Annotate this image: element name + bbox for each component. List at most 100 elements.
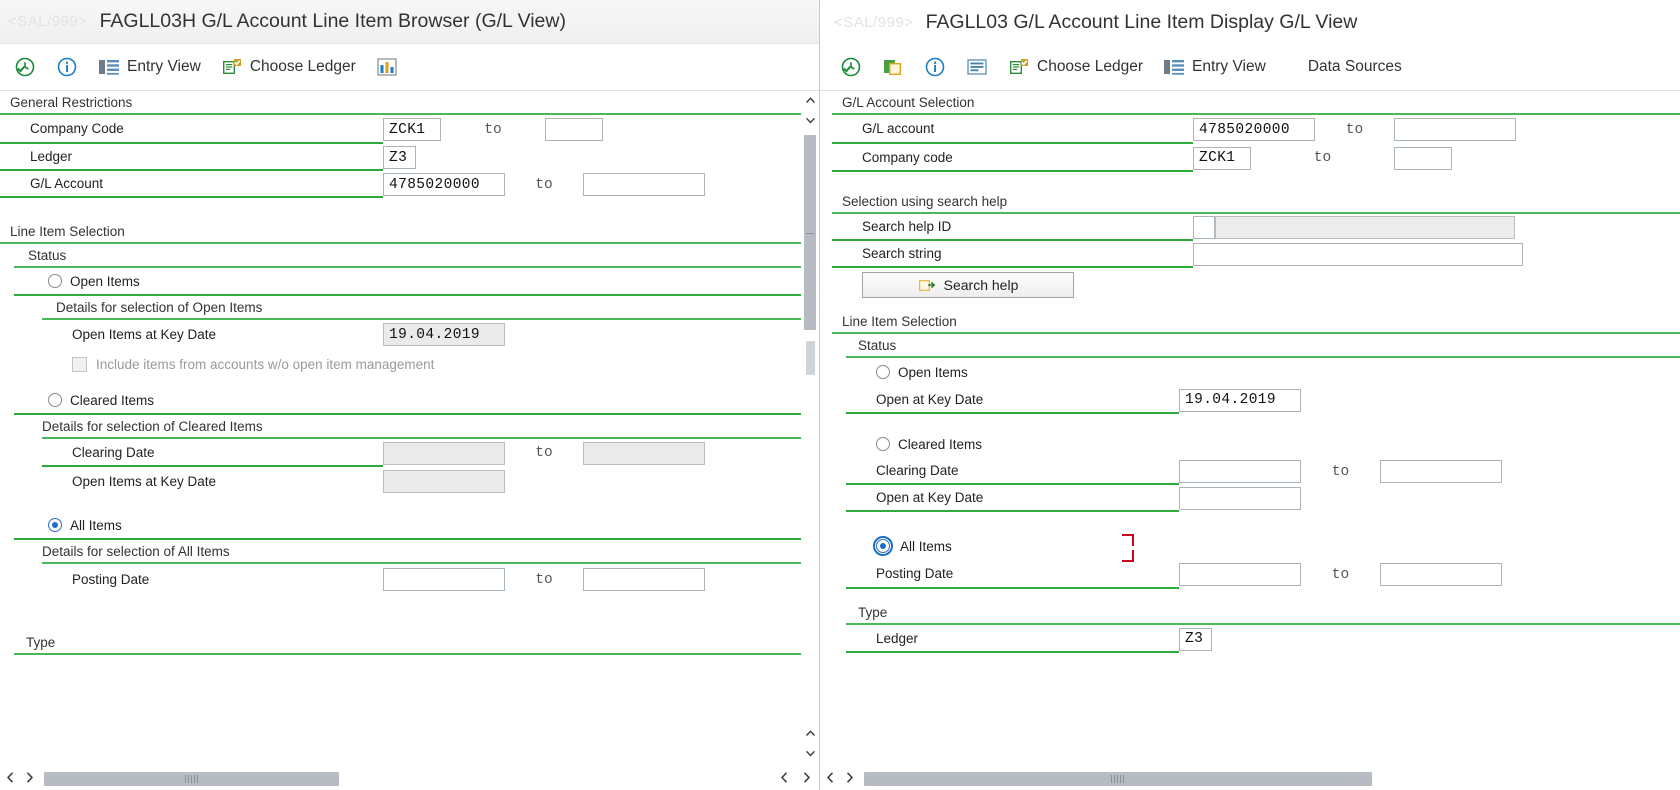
right-gl-account-input[interactable]: 4785020000 xyxy=(1193,118,1315,141)
left-ledger-input[interactable]: Z3 xyxy=(383,146,416,169)
left-all-items-radio[interactable] xyxy=(48,518,62,532)
right-search-help-id-input[interactable] xyxy=(1193,216,1215,239)
right-cleared-items-radio[interactable] xyxy=(876,437,890,451)
right-all-items-radio[interactable] xyxy=(873,536,893,556)
right-all-items-label: All Items xyxy=(900,538,952,554)
right-posting-date-to-input[interactable] xyxy=(1380,563,1502,586)
right-company-code-input[interactable]: ZCK1 xyxy=(1193,146,1251,170)
left-toolbar-clock-check-button[interactable] xyxy=(6,53,44,81)
left-open-key-date-input[interactable]: 19.04.2019 xyxy=(383,323,505,346)
left-horizontal-scrollbar[interactable] xyxy=(0,768,819,790)
clock-check-icon xyxy=(840,56,862,78)
left-general-restrictions-group: General Restrictions xyxy=(0,91,801,115)
left-titlebar: <SAL/999> FAGLL03H G/L Account Line Item… xyxy=(0,0,819,44)
right-cleared-open-at-key-date-input[interactable] xyxy=(1179,487,1301,510)
left-vertical-scrollbar[interactable] xyxy=(801,91,819,768)
entry-view-icon xyxy=(98,57,120,77)
right-titlebar: <SAL/999> FAGLL03 G/L Account Line Item … xyxy=(820,0,1680,44)
right-toolbar-data-sources-label: Data Sources xyxy=(1307,58,1402,75)
right-posting-date-label: Posting Date xyxy=(876,566,954,581)
right-gl-account-selection-group: G/L Account Selection xyxy=(832,91,1680,115)
left-gl-account-row: G/L Account 4785020000 to xyxy=(0,171,801,198)
right-open-at-key-date-input[interactable]: 19.04.2019 xyxy=(1179,388,1301,412)
left-clearing-date-to-input[interactable] xyxy=(583,441,705,465)
right-toolbar-info-button[interactable] xyxy=(916,53,954,81)
left-cleared-items-radio[interactable] xyxy=(48,393,62,407)
left-pane: <SAL/999> FAGLL03H G/L Account Line Item… xyxy=(0,0,820,790)
left-title-watermark: <SAL/999> xyxy=(8,13,88,30)
right-open-at-key-date-label: Open at Key Date xyxy=(876,391,984,407)
right-ledger-input[interactable]: Z3 xyxy=(1179,627,1212,651)
right-toolbar-copy-variant-button[interactable] xyxy=(874,54,912,80)
right-gl-account-to-label: to xyxy=(1345,121,1364,138)
left-hscroll-page-right[interactable] xyxy=(795,772,819,786)
right-hscroll-thumb[interactable] xyxy=(864,772,1372,786)
left-toolbar-chart-columns-button[interactable] xyxy=(368,54,406,80)
right-clearing-date-to-input[interactable] xyxy=(1380,460,1502,483)
left-hscroll-thumb[interactable] xyxy=(44,772,339,786)
right-company-code-row: Company code ZCK1 to xyxy=(832,144,1680,172)
right-ledger-row: Ledger Z3 xyxy=(846,625,1680,653)
left-clearing-date-input[interactable] xyxy=(383,441,505,465)
right-search-help-button-label: Search help xyxy=(943,277,1019,293)
left-scroll-up-arrow[interactable] xyxy=(801,91,819,109)
left-open-items-radio-row[interactable]: Open Items xyxy=(14,268,801,296)
left-scroll-thumb[interactable] xyxy=(804,135,816,330)
right-search-help-button[interactable]: Search help xyxy=(862,272,1074,298)
red-marker-bottom-right-icon xyxy=(1122,550,1134,562)
chart-columns-icon xyxy=(376,57,398,77)
right-open-items-radio[interactable] xyxy=(876,365,890,379)
right-toolbar-data-sources-button[interactable]: Data Sources xyxy=(1300,55,1410,79)
right-clearing-date-input[interactable] xyxy=(1179,460,1301,483)
left-toolbar-entry-view-button[interactable]: Entry View xyxy=(90,54,209,80)
left-scroll-down-arrow[interactable] xyxy=(801,111,819,129)
left-hscroll-left-arrow[interactable] xyxy=(0,772,20,786)
right-hscroll-track[interactable] xyxy=(860,772,1680,786)
right-company-code-label: Company code xyxy=(862,149,953,165)
left-inner-scroll-thumb[interactable] xyxy=(806,341,815,375)
right-company-code-to-input[interactable] xyxy=(1394,146,1452,170)
right-posting-date-input[interactable] xyxy=(1179,563,1301,586)
right-cleared-items-radio-row[interactable]: Cleared Items xyxy=(846,430,1680,458)
left-toolbar-choose-ledger-button[interactable]: Choose Ledger xyxy=(213,54,364,80)
left-general-restrictions-title: General Restrictions xyxy=(10,95,133,110)
left-cleared-items-radio-row[interactable]: Cleared Items xyxy=(14,387,801,415)
left-cleared-details-title: Details for selection of Cleared Items xyxy=(42,419,263,434)
left-posting-date-row: Posting Date to xyxy=(42,564,801,595)
left-include-items-checkbox[interactable] xyxy=(72,356,87,372)
left-scroll-up-arrow-bottom[interactable] xyxy=(801,724,819,742)
left-hscroll-track[interactable] xyxy=(40,772,773,786)
left-gl-account-input[interactable]: 4785020000 xyxy=(383,173,505,196)
choose-ledger-icon xyxy=(1008,57,1030,77)
right-open-items-label: Open Items xyxy=(898,364,968,380)
right-search-string-input[interactable] xyxy=(1193,243,1523,266)
right-search-string-row: Search string xyxy=(832,241,1680,268)
left-scroll-down-arrow-bottom[interactable] xyxy=(801,744,819,762)
left-cleared-open-key-date-input[interactable] xyxy=(383,470,505,493)
left-company-code-input[interactable]: ZCK1 xyxy=(383,118,441,141)
left-open-items-radio[interactable] xyxy=(48,274,62,288)
right-hscroll-left-arrow[interactable] xyxy=(820,772,840,786)
right-type-group: Type Ledger Z3 xyxy=(832,601,1680,653)
left-posting-date-to-input[interactable] xyxy=(583,568,705,591)
left-toolbar-choose-ledger-label: Choose Ledger xyxy=(249,58,356,75)
left-posting-date-input[interactable] xyxy=(383,568,505,591)
left-all-items-radio-row[interactable]: All Items xyxy=(14,512,801,540)
left-include-items-row[interactable]: Include items from accounts w/o open ite… xyxy=(42,349,801,379)
right-search-string-label: Search string xyxy=(862,246,942,261)
right-hscroll-right-arrow[interactable] xyxy=(840,772,860,786)
left-company-code-to-input[interactable] xyxy=(545,118,603,141)
right-gl-account-to-input[interactable] xyxy=(1394,118,1516,141)
right-toolbar-choose-ledger-button[interactable]: Choose Ledger xyxy=(1000,54,1151,80)
left-hscroll-right-arrow[interactable] xyxy=(20,772,40,786)
left-hscroll-page-left[interactable] xyxy=(773,772,795,786)
right-open-items-radio-row[interactable]: Open Items xyxy=(846,358,1680,386)
left-gl-account-to-input[interactable] xyxy=(583,173,705,196)
right-all-items-radio-row[interactable]: All Items xyxy=(846,532,1680,562)
left-toolbar-info-button[interactable] xyxy=(48,53,86,81)
right-toolbar-clock-check-button[interactable] xyxy=(832,53,870,81)
left-page-title: FAGLL03H G/L Account Line Item Browser (… xyxy=(99,10,566,32)
right-toolbar-entry-view-button[interactable]: Entry View xyxy=(1155,54,1274,80)
right-horizontal-scrollbar[interactable] xyxy=(820,768,1680,790)
right-toolbar-list-button[interactable] xyxy=(958,54,996,80)
